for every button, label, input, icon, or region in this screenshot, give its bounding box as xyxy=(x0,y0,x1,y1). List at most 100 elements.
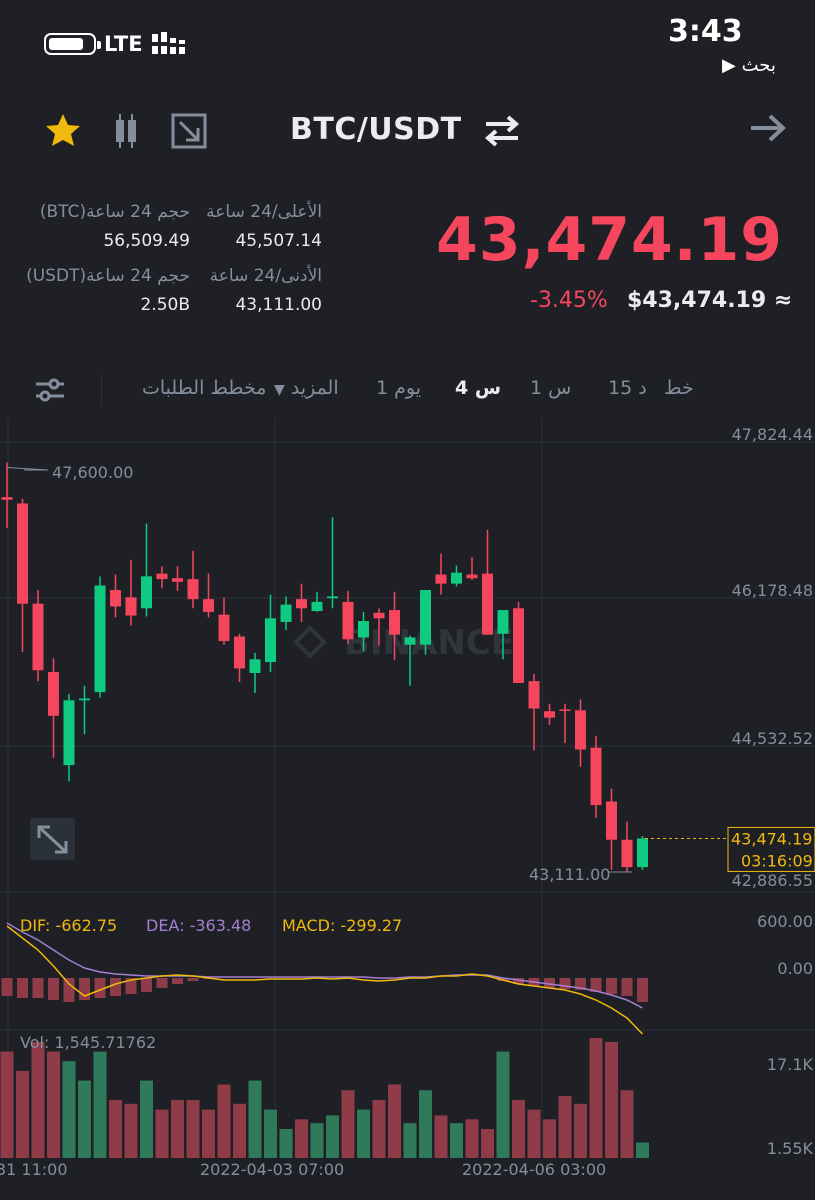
high-price-marker: 47,600.00 xyxy=(52,463,133,482)
volume-bar xyxy=(264,1109,277,1158)
macd-axis-label: 600.00 xyxy=(757,912,813,931)
volume-bar xyxy=(109,1099,122,1158)
volume-bar xyxy=(388,1084,401,1158)
volume-bar xyxy=(171,1099,184,1158)
candle-body xyxy=(94,585,106,693)
fullscreen-button[interactable] xyxy=(30,818,75,860)
candle-body xyxy=(342,601,354,640)
forward-arrow-icon[interactable] xyxy=(748,112,788,144)
candle-body xyxy=(482,573,493,635)
low-24h-label: الأدنى/24 ساعة xyxy=(209,266,322,286)
vol-usdt-label: حجم 24 ساعة(USDT) xyxy=(26,266,190,286)
price-axis-label: 44,532.52 xyxy=(732,729,813,748)
candle-body xyxy=(63,700,75,766)
macd-bar xyxy=(110,978,121,996)
volume-bar xyxy=(31,1041,45,1158)
candle-body xyxy=(590,747,602,806)
macd-bar xyxy=(48,978,59,1000)
candle-body xyxy=(606,801,617,840)
pair-title[interactable]: BTC/USDT xyxy=(290,112,462,147)
volume-bar xyxy=(419,1090,432,1158)
change-percent: -3.45% xyxy=(530,288,608,313)
tab-line[interactable]: خط xyxy=(664,377,694,399)
tab-depth-chart[interactable]: مخطط الطلبات xyxy=(142,377,266,399)
candle-body xyxy=(451,572,462,584)
macd-bar xyxy=(606,978,617,994)
macd-dif-label: DIF: -662.75 xyxy=(20,916,117,935)
candle-body xyxy=(559,709,571,711)
volume-bar xyxy=(589,1038,603,1158)
low-24h-value: 43,111.00 xyxy=(235,295,322,315)
volume-bar xyxy=(496,1051,510,1158)
volume-bar xyxy=(620,1090,634,1158)
back-to-search-link[interactable]: بحث ▶ xyxy=(722,55,776,76)
tab-more[interactable]: ▼ المزيد xyxy=(274,377,339,399)
macd-value-label: MACD: -299.27 xyxy=(282,916,402,935)
volume-bar xyxy=(527,1109,541,1158)
volume-bar xyxy=(357,1109,370,1158)
candle-icon[interactable] xyxy=(106,112,144,150)
price-axis-label: 42,886.55 xyxy=(732,871,813,890)
macd-bar xyxy=(559,978,571,989)
volume-bar xyxy=(341,1090,355,1158)
star-icon[interactable] xyxy=(44,112,82,150)
vol-usdt-value: 2.50B xyxy=(140,295,190,315)
candle-body xyxy=(358,621,369,638)
volume-bar xyxy=(326,1115,339,1158)
candle-body xyxy=(48,672,59,716)
tab-1h[interactable]: 1 س xyxy=(530,377,571,399)
volume-bar xyxy=(16,1070,29,1158)
play-icon: ▶ xyxy=(722,55,736,76)
candle-body xyxy=(156,573,168,580)
countdown-label: 03:16:09 xyxy=(741,851,813,870)
macd-bar xyxy=(637,978,648,1002)
time-axis-label: 3-31 11:00 xyxy=(0,1160,68,1179)
candle xyxy=(94,576,106,698)
volume-bar xyxy=(155,1109,169,1158)
tab-15m[interactable]: 15 د xyxy=(608,377,647,399)
volume-bar xyxy=(93,1051,107,1158)
signal-icon xyxy=(152,32,185,54)
candle-body xyxy=(203,599,214,612)
volume-bar xyxy=(636,1142,649,1158)
volume-bar xyxy=(62,1061,76,1158)
volume-bar xyxy=(279,1128,293,1158)
tab-4h[interactable]: 4 س xyxy=(455,377,501,399)
vol-btc-label: حجم 24 ساعة(BTC) xyxy=(39,202,190,222)
tab-1d[interactable]: 1 يوم xyxy=(376,377,421,399)
caret-down-icon: ▼ xyxy=(274,382,285,398)
candle xyxy=(513,601,524,683)
candle-body xyxy=(389,610,400,635)
vol-btc-value: 56,509.49 xyxy=(103,231,190,251)
clock-time: 3:43 xyxy=(668,14,743,49)
macd-bar xyxy=(156,978,168,988)
candle-body xyxy=(280,604,292,622)
time-axis-label: 2022-04-03 07:00 xyxy=(200,1160,344,1179)
candle-body xyxy=(466,574,478,579)
candle-body xyxy=(544,711,555,718)
toolbar-divider xyxy=(101,374,102,406)
status-bar: LTE 3:43 بحث ▶ xyxy=(0,0,815,90)
candle-body xyxy=(265,618,276,663)
volume-bar xyxy=(310,1123,324,1158)
candle xyxy=(637,836,648,870)
expand-icon[interactable] xyxy=(170,112,208,150)
candle-body xyxy=(218,614,230,642)
network-label: LTE xyxy=(104,32,143,56)
candle-body xyxy=(187,579,199,600)
settings-sliders-icon[interactable] xyxy=(34,376,66,404)
candle-body xyxy=(420,590,431,645)
candlestick-chart[interactable]: BINANCE 47,600.0043,111.0043,474.1903:16… xyxy=(0,418,815,1200)
volume-bar xyxy=(186,1099,200,1158)
candle-body xyxy=(296,599,307,609)
macd-bar xyxy=(17,978,28,998)
high-24h-value: 45,507.14 xyxy=(235,231,322,251)
last-price: 43,474.19 xyxy=(436,205,783,275)
volume-bar xyxy=(202,1109,215,1158)
volume-bar xyxy=(140,1080,153,1158)
swap-icon[interactable] xyxy=(482,114,522,148)
macd-bar xyxy=(63,978,75,1002)
volume-bar xyxy=(450,1123,463,1158)
price-axis-label: 47,824.44 xyxy=(732,425,813,444)
candle-body xyxy=(110,590,121,607)
